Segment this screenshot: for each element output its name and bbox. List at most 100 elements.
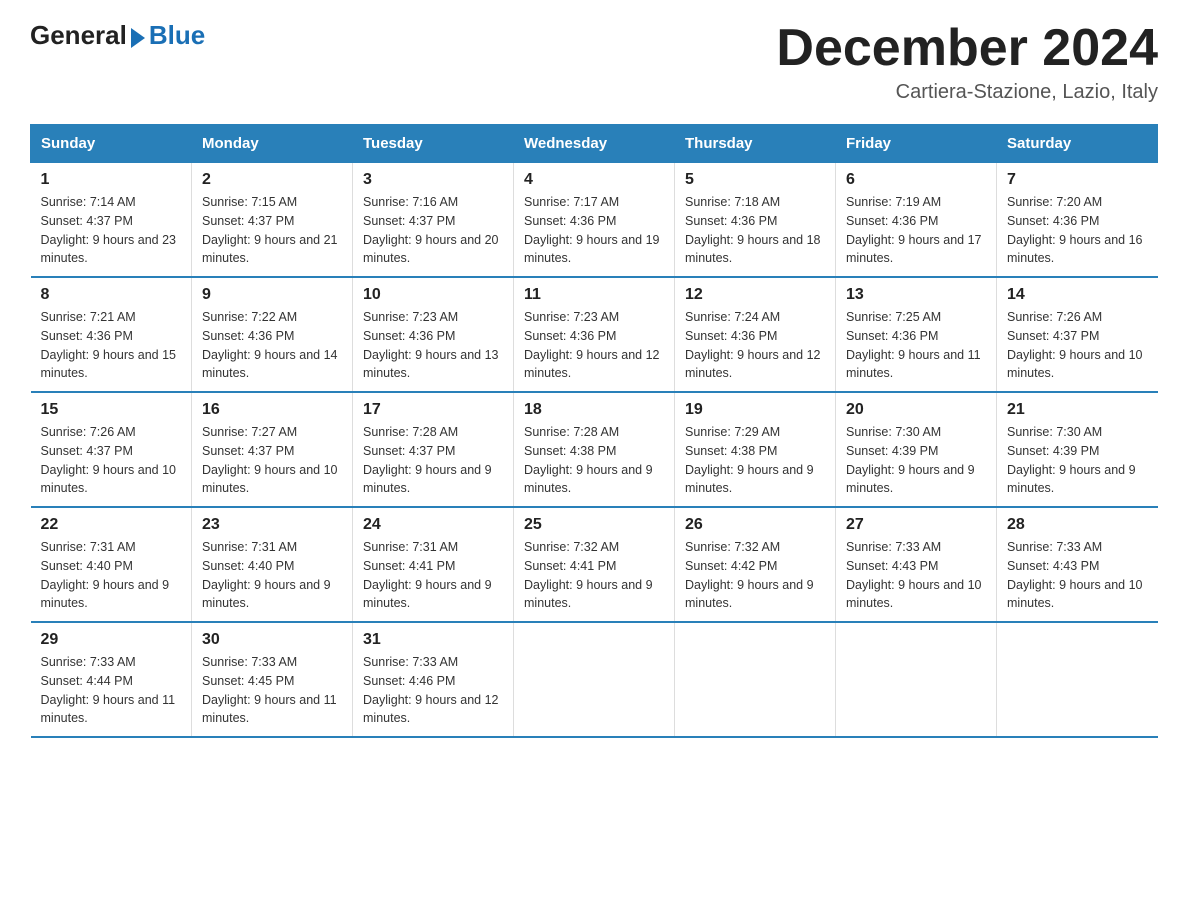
day-number: 31	[363, 631, 503, 649]
day-number: 2	[202, 171, 342, 189]
calendar-cell: 17 Sunrise: 7:28 AM Sunset: 4:37 PM Dayl…	[353, 392, 514, 507]
calendar-week-row: 1 Sunrise: 7:14 AM Sunset: 4:37 PM Dayli…	[31, 163, 1158, 278]
day-info: Sunrise: 7:15 AM Sunset: 4:37 PM Dayligh…	[202, 193, 342, 268]
day-number: 8	[41, 286, 182, 304]
day-info: Sunrise: 7:28 AM Sunset: 4:37 PM Dayligh…	[363, 423, 503, 498]
day-number: 4	[524, 171, 664, 189]
day-number: 12	[685, 286, 825, 304]
calendar-cell: 12 Sunrise: 7:24 AM Sunset: 4:36 PM Dayl…	[675, 277, 836, 392]
day-number: 19	[685, 401, 825, 419]
title-section: December 2024 Cartiera-Stazione, Lazio, …	[776, 20, 1158, 104]
day-info: Sunrise: 7:28 AM Sunset: 4:38 PM Dayligh…	[524, 423, 664, 498]
day-info: Sunrise: 7:25 AM Sunset: 4:36 PM Dayligh…	[846, 308, 986, 383]
day-info: Sunrise: 7:30 AM Sunset: 4:39 PM Dayligh…	[846, 423, 986, 498]
calendar-cell: 25 Sunrise: 7:32 AM Sunset: 4:41 PM Dayl…	[514, 507, 675, 622]
logo-general-text: General	[30, 20, 127, 51]
calendar-cell: 14 Sunrise: 7:26 AM Sunset: 4:37 PM Dayl…	[997, 277, 1158, 392]
page-header: General Blue December 2024 Cartiera-Staz…	[30, 20, 1158, 104]
logo-arrow-icon	[131, 28, 145, 48]
day-number: 7	[1007, 171, 1148, 189]
day-info: Sunrise: 7:27 AM Sunset: 4:37 PM Dayligh…	[202, 423, 342, 498]
day-info: Sunrise: 7:32 AM Sunset: 4:42 PM Dayligh…	[685, 538, 825, 613]
day-info: Sunrise: 7:29 AM Sunset: 4:38 PM Dayligh…	[685, 423, 825, 498]
day-info: Sunrise: 7:33 AM Sunset: 4:45 PM Dayligh…	[202, 653, 342, 728]
calendar-cell: 21 Sunrise: 7:30 AM Sunset: 4:39 PM Dayl…	[997, 392, 1158, 507]
day-number: 30	[202, 631, 342, 649]
calendar-header-row: SundayMondayTuesdayWednesdayThursdayFrid…	[31, 125, 1158, 163]
calendar-cell: 24 Sunrise: 7:31 AM Sunset: 4:41 PM Dayl…	[353, 507, 514, 622]
calendar-cell: 1 Sunrise: 7:14 AM Sunset: 4:37 PM Dayli…	[31, 163, 192, 278]
calendar-week-row: 8 Sunrise: 7:21 AM Sunset: 4:36 PM Dayli…	[31, 277, 1158, 392]
day-number: 14	[1007, 286, 1148, 304]
header-monday: Monday	[192, 125, 353, 163]
day-info: Sunrise: 7:22 AM Sunset: 4:36 PM Dayligh…	[202, 308, 342, 383]
header-tuesday: Tuesday	[353, 125, 514, 163]
day-number: 20	[846, 401, 986, 419]
calendar-cell: 26 Sunrise: 7:32 AM Sunset: 4:42 PM Dayl…	[675, 507, 836, 622]
day-number: 27	[846, 516, 986, 534]
calendar-cell: 18 Sunrise: 7:28 AM Sunset: 4:38 PM Dayl…	[514, 392, 675, 507]
day-info: Sunrise: 7:26 AM Sunset: 4:37 PM Dayligh…	[1007, 308, 1148, 383]
day-number: 29	[41, 631, 182, 649]
day-number: 21	[1007, 401, 1148, 419]
day-info: Sunrise: 7:23 AM Sunset: 4:36 PM Dayligh…	[524, 308, 664, 383]
calendar-cell: 9 Sunrise: 7:22 AM Sunset: 4:36 PM Dayli…	[192, 277, 353, 392]
day-info: Sunrise: 7:19 AM Sunset: 4:36 PM Dayligh…	[846, 193, 986, 268]
calendar-cell: 7 Sunrise: 7:20 AM Sunset: 4:36 PM Dayli…	[997, 163, 1158, 278]
day-number: 9	[202, 286, 342, 304]
calendar-week-row: 15 Sunrise: 7:26 AM Sunset: 4:37 PM Dayl…	[31, 392, 1158, 507]
calendar-cell: 3 Sunrise: 7:16 AM Sunset: 4:37 PM Dayli…	[353, 163, 514, 278]
day-info: Sunrise: 7:33 AM Sunset: 4:44 PM Dayligh…	[41, 653, 182, 728]
day-info: Sunrise: 7:17 AM Sunset: 4:36 PM Dayligh…	[524, 193, 664, 268]
calendar-cell: 2 Sunrise: 7:15 AM Sunset: 4:37 PM Dayli…	[192, 163, 353, 278]
day-number: 16	[202, 401, 342, 419]
calendar-table: SundayMondayTuesdayWednesdayThursdayFrid…	[30, 124, 1158, 738]
calendar-cell: 31 Sunrise: 7:33 AM Sunset: 4:46 PM Dayl…	[353, 622, 514, 737]
month-title: December 2024	[776, 20, 1158, 77]
calendar-cell: 23 Sunrise: 7:31 AM Sunset: 4:40 PM Dayl…	[192, 507, 353, 622]
calendar-cell: 16 Sunrise: 7:27 AM Sunset: 4:37 PM Dayl…	[192, 392, 353, 507]
calendar-cell	[836, 622, 997, 737]
calendar-cell: 10 Sunrise: 7:23 AM Sunset: 4:36 PM Dayl…	[353, 277, 514, 392]
header-saturday: Saturday	[997, 125, 1158, 163]
day-number: 15	[41, 401, 182, 419]
day-info: Sunrise: 7:18 AM Sunset: 4:36 PM Dayligh…	[685, 193, 825, 268]
day-number: 10	[363, 286, 503, 304]
day-number: 18	[524, 401, 664, 419]
calendar-cell: 15 Sunrise: 7:26 AM Sunset: 4:37 PM Dayl…	[31, 392, 192, 507]
calendar-cell: 11 Sunrise: 7:23 AM Sunset: 4:36 PM Dayl…	[514, 277, 675, 392]
header-friday: Friday	[836, 125, 997, 163]
day-info: Sunrise: 7:31 AM Sunset: 4:40 PM Dayligh…	[202, 538, 342, 613]
calendar-week-row: 22 Sunrise: 7:31 AM Sunset: 4:40 PM Dayl…	[31, 507, 1158, 622]
day-number: 3	[363, 171, 503, 189]
logo-blue-text: Blue	[149, 20, 205, 51]
calendar-cell: 20 Sunrise: 7:30 AM Sunset: 4:39 PM Dayl…	[836, 392, 997, 507]
day-info: Sunrise: 7:31 AM Sunset: 4:41 PM Dayligh…	[363, 538, 503, 613]
header-wednesday: Wednesday	[514, 125, 675, 163]
calendar-cell: 28 Sunrise: 7:33 AM Sunset: 4:43 PM Dayl…	[997, 507, 1158, 622]
day-info: Sunrise: 7:20 AM Sunset: 4:36 PM Dayligh…	[1007, 193, 1148, 268]
calendar-cell	[514, 622, 675, 737]
header-sunday: Sunday	[31, 125, 192, 163]
day-number: 1	[41, 171, 182, 189]
calendar-cell: 27 Sunrise: 7:33 AM Sunset: 4:43 PM Dayl…	[836, 507, 997, 622]
calendar-cell: 19 Sunrise: 7:29 AM Sunset: 4:38 PM Dayl…	[675, 392, 836, 507]
day-info: Sunrise: 7:23 AM Sunset: 4:36 PM Dayligh…	[363, 308, 503, 383]
day-number: 28	[1007, 516, 1148, 534]
calendar-cell: 29 Sunrise: 7:33 AM Sunset: 4:44 PM Dayl…	[31, 622, 192, 737]
day-info: Sunrise: 7:33 AM Sunset: 4:43 PM Dayligh…	[1007, 538, 1148, 613]
day-info: Sunrise: 7:26 AM Sunset: 4:37 PM Dayligh…	[41, 423, 182, 498]
day-number: 5	[685, 171, 825, 189]
calendar-cell: 4 Sunrise: 7:17 AM Sunset: 4:36 PM Dayli…	[514, 163, 675, 278]
calendar-cell	[997, 622, 1158, 737]
day-info: Sunrise: 7:33 AM Sunset: 4:46 PM Dayligh…	[363, 653, 503, 728]
calendar-cell: 6 Sunrise: 7:19 AM Sunset: 4:36 PM Dayli…	[836, 163, 997, 278]
header-thursday: Thursday	[675, 125, 836, 163]
logo: General Blue	[30, 20, 205, 51]
day-info: Sunrise: 7:30 AM Sunset: 4:39 PM Dayligh…	[1007, 423, 1148, 498]
day-info: Sunrise: 7:14 AM Sunset: 4:37 PM Dayligh…	[41, 193, 182, 268]
day-number: 25	[524, 516, 664, 534]
day-info: Sunrise: 7:33 AM Sunset: 4:43 PM Dayligh…	[846, 538, 986, 613]
calendar-week-row: 29 Sunrise: 7:33 AM Sunset: 4:44 PM Dayl…	[31, 622, 1158, 737]
day-number: 26	[685, 516, 825, 534]
